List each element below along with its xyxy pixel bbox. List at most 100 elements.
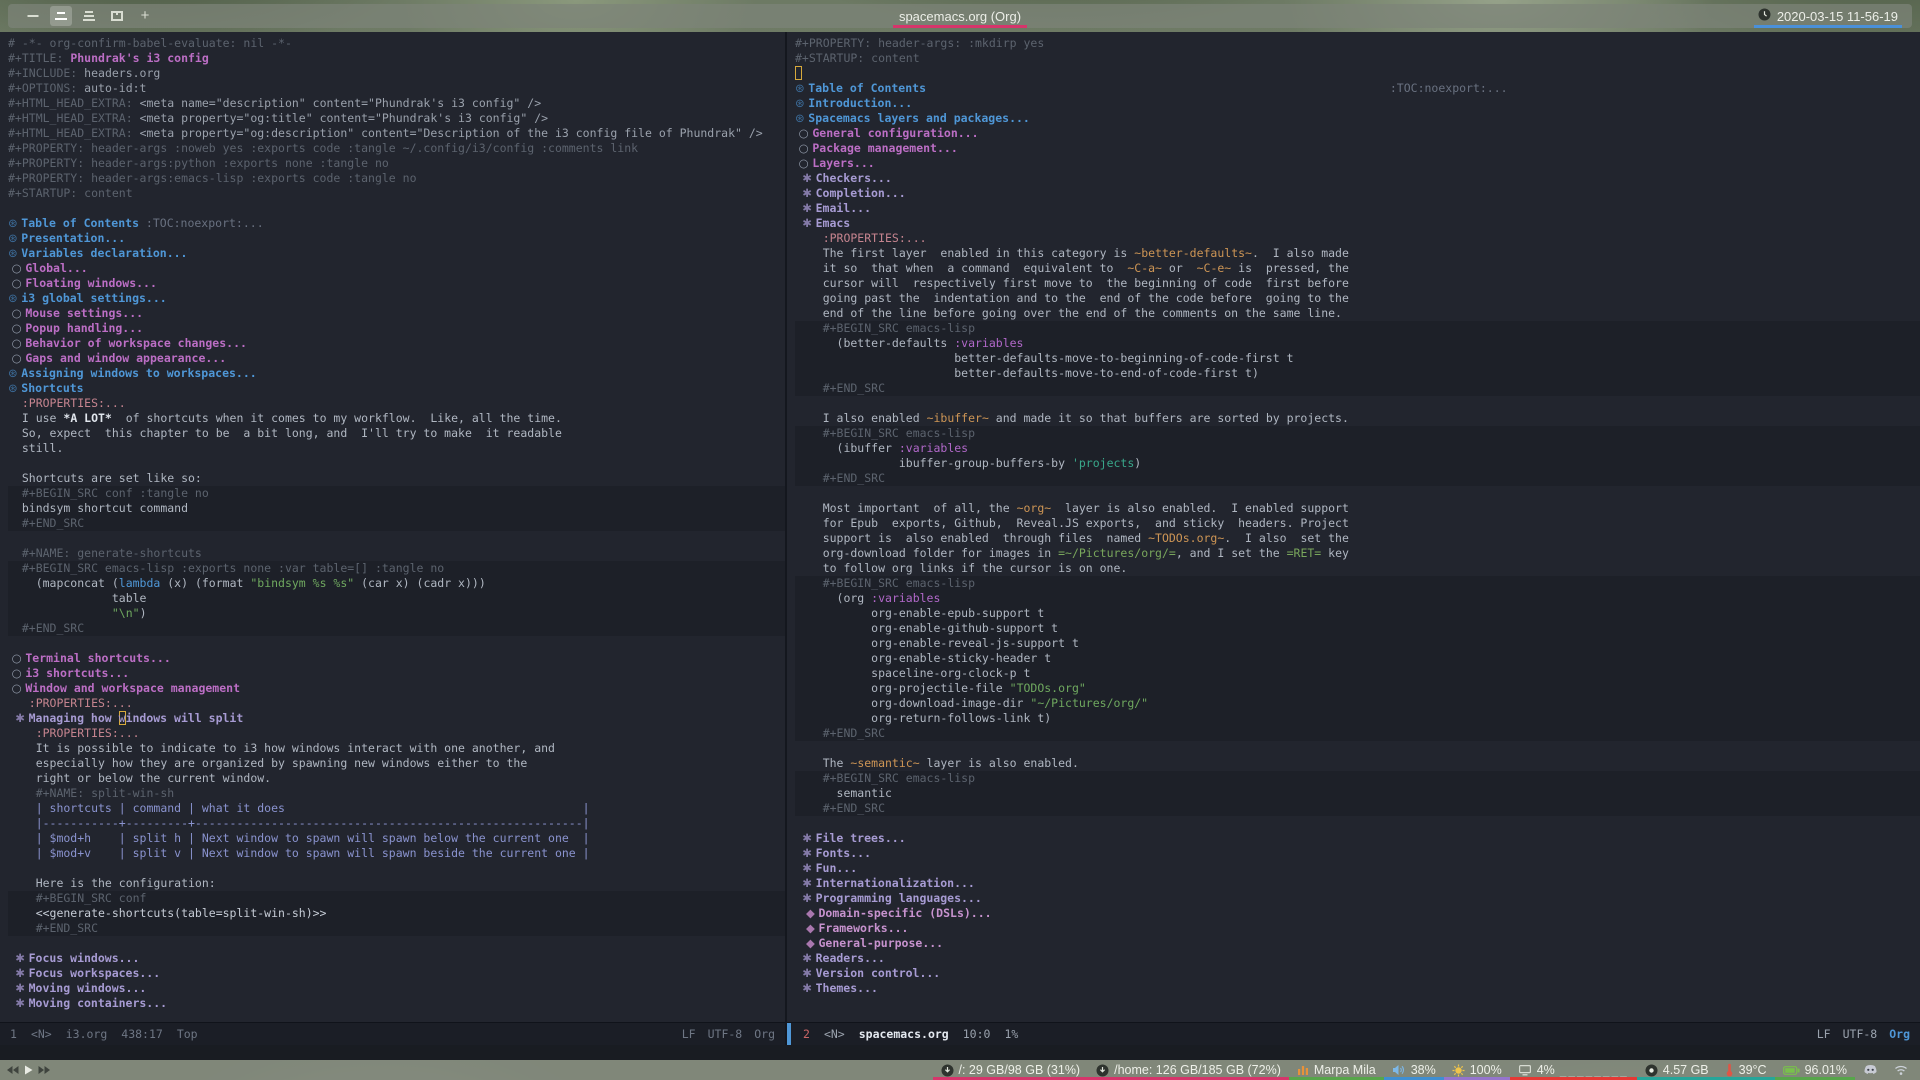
right-buffer[interactable]: #+PROPERTY: header-args: :mkdirp yes #+ST… [787,32,1920,1022]
buffer-line[interactable]: ✱ File trees... [795,831,1920,846]
memory-module[interactable]: 4.57 GB [1636,1060,1717,1080]
buffer-line[interactable]: #+STARTUP: content [795,51,1920,66]
skip-back-button[interactable] [6,1065,19,1075]
buffer-line[interactable] [8,861,785,876]
buffer-line[interactable]: | $mod+h | split h | Next window to spaw… [8,831,785,846]
left-window[interactable]: # -*- org-confirm-babel-evaluate: nil -*… [0,32,785,1045]
buffer-line[interactable]: #+END_SRC [795,471,1920,486]
buffer-line[interactable]: #+END_SRC [8,516,785,531]
buffer-line[interactable]: org-download folder for images in =~/Pic… [795,546,1920,561]
buffer-line[interactable]: ⊛ Presentation... [8,231,785,246]
buffer-line[interactable]: ⊛ Table of Contents :TOC:noexport:... [795,81,1920,96]
buffer-line[interactable]: #+PROPERTY: header-args :noweb yes :expo… [8,141,785,156]
buffer-line[interactable] [795,66,1920,81]
buffer-line[interactable]: ibuffer-group-buffers-by 'projects) [795,456,1920,471]
buffer-line[interactable]: "\n") [8,606,785,621]
music-module[interactable]: Marpa Mila [1288,1060,1384,1080]
buffer-line[interactable]: ○ Package management... [795,141,1920,156]
buffer-line[interactable]: ⊛ Introduction... [795,96,1920,111]
buffer-line[interactable]: ✱ Emacs [795,216,1920,231]
buffer-line[interactable]: right or below the current window. [8,771,785,786]
buffer-line[interactable]: #+BEGIN_SRC emacs-lisp [795,771,1920,786]
buffer-line[interactable] [8,456,785,471]
buffer-line[interactable] [8,531,785,546]
buffer-line[interactable]: ✱ Internationalization... [795,876,1920,891]
buffer-line[interactable]: it so that when a command equivalent to … [795,261,1920,276]
buffer-line[interactable]: spaceline-org-clock-p t [795,666,1920,681]
buffer-line[interactable]: ⊛ Assigning windows to workspaces... [8,366,785,381]
buffer-line[interactable]: #+PROPERTY: header-args: :mkdirp yes [795,36,1920,51]
buffer-line[interactable]: #+BEGIN_SRC conf [8,891,785,906]
buffer-line[interactable]: #+BEGIN_SRC emacs-lisp [795,321,1920,336]
buffer-line[interactable]: going past the indentation and to the en… [795,291,1920,306]
buffer-line[interactable]: #+NAME: split-win-sh [8,786,785,801]
right-modeline[interactable]: 2 <N> spacemacs.org 10:0 1% LF UTF-8 Org [787,1022,1920,1045]
buffer-line[interactable]: :PROPERTIES:... [8,726,785,741]
buffer-line[interactable]: #+END_SRC [8,621,785,636]
buffer-line[interactable]: (ibuffer :variables [795,441,1920,456]
buffer-line[interactable]: # -*- org-confirm-babel-evaluate: nil -*… [8,36,785,51]
buffer-line[interactable]: ✱ Email... [795,201,1920,216]
buffer-line[interactable]: ○ Gaps and window appearance... [8,351,785,366]
buffer-line[interactable]: #+OPTIONS: auto-id:t [8,81,785,96]
buffer-line[interactable]: org-enable-github-support t [795,621,1920,636]
buffer-line[interactable]: ✱ Programming languages... [795,891,1920,906]
buffer-line[interactable]: end of the line before going over the en… [795,306,1920,321]
buffer-line[interactable]: better-defaults-move-to-end-of-code-firs… [795,366,1920,381]
left-modeline[interactable]: 1 <N> i3.org 438:17 Top LF UTF-8 Org [0,1022,785,1045]
buffer-line[interactable]: ⊛ Table of Contents :TOC:noexport:... [8,216,785,231]
buffer-line[interactable]: #+INCLUDE: headers.org [8,66,785,81]
buffer-line[interactable]: org-projectile-file "TODOs.org" [795,681,1920,696]
buffer-line[interactable]: The ~semantic~ layer is also enabled. [795,756,1920,771]
buffer-line[interactable] [8,636,785,651]
buffer-line[interactable]: I use *A LOT* of shortcuts when it comes… [8,411,785,426]
buffer-line[interactable]: especially how they are organized by spa… [8,756,785,771]
buffer-line[interactable]: ○ Behavior of workspace changes... [8,336,785,351]
buffer-line[interactable]: better-defaults-move-to-beginning-of-cod… [795,351,1920,366]
buffer-line[interactable]: So, expect this chapter to be a bit long… [8,426,785,441]
buffer-line[interactable]: table [8,591,785,606]
buffer-line[interactable]: #+END_SRC [795,726,1920,741]
buffer-line[interactable]: | $mod+v | split v | Next window to spaw… [8,846,785,861]
discord-module[interactable] [1855,1060,1886,1080]
buffer-line[interactable]: ◆ Domain-specific (DSLs)... [795,906,1920,921]
buffer-line[interactable]: for Epub exports, Github, Reveal.JS expo… [795,516,1920,531]
buffer-line[interactable]: It is possible to indicate to i3 how win… [8,741,785,756]
buffer-line[interactable]: Most important of all, the ~org~ layer i… [795,501,1920,516]
play-button[interactable] [24,1065,33,1075]
workspace-button-三[interactable] [78,6,100,26]
buffer-line[interactable]: ○ Window and workspace management [8,681,785,696]
buffer-line[interactable] [795,816,1920,831]
buffer-line[interactable]: #+BEGIN_SRC emacs-lisp [795,576,1920,591]
buffer-line[interactable]: ⊛ Spacemacs layers and packages... [795,111,1920,126]
buffer-line[interactable] [795,396,1920,411]
buffer-line[interactable]: to follow org links if the cursor is on … [795,561,1920,576]
buffer-line[interactable]: #+HTML_HEAD_EXTRA: <meta name="descripti… [8,96,785,111]
buffer-line[interactable]: ◆ General-purpose... [795,936,1920,951]
buffer-line[interactable]: org-enable-reveal-js-support t [795,636,1920,651]
buffer-line[interactable]: org-enable-sticky-header t [795,651,1920,666]
buffer-line[interactable]: :PROPERTIES:... [8,396,785,411]
buffer-line[interactable]: ✱ Focus windows... [8,951,785,966]
buffer-line[interactable]: ○ Floating windows... [8,276,785,291]
buffer-line[interactable]: The first layer enabled in this category… [795,246,1920,261]
disk-module[interactable]: /home: 126 GB/185 GB (72%) [1088,1060,1289,1080]
buffer-line[interactable]: <<generate-shortcuts(table=split-win-sh)… [8,906,785,921]
buffer-line[interactable]: ○ Global... [8,261,785,276]
buffer-line[interactable]: ○ i3 shortcuts... [8,666,785,681]
workspace-button-二[interactable] [50,6,72,26]
buffer-line[interactable]: ✱ Moving containers... [8,996,785,1011]
volume-module[interactable]: 38% [1383,1060,1444,1080]
buffer-line[interactable]: ✱ Themes... [795,981,1920,996]
buffer-line[interactable] [795,741,1920,756]
buffer-line[interactable]: #+BEGIN_SRC emacs-lisp :exports none :va… [8,561,785,576]
buffer-line[interactable]: #+TITLE: Phundrak's i3 config [8,51,785,66]
buffer-line[interactable] [8,936,785,951]
skip-forward-button[interactable] [38,1065,51,1075]
buffer-line[interactable]: ✱ Fonts... [795,846,1920,861]
buffer-line[interactable]: :PROPERTIES:... [8,696,785,711]
buffer-line[interactable]: semantic [795,786,1920,801]
buffer-line[interactable]: ✱ Moving windows... [8,981,785,996]
buffer-line[interactable]: #+END_SRC [8,921,785,936]
buffer-line[interactable]: ✱ Managing how windows will split [8,711,785,726]
